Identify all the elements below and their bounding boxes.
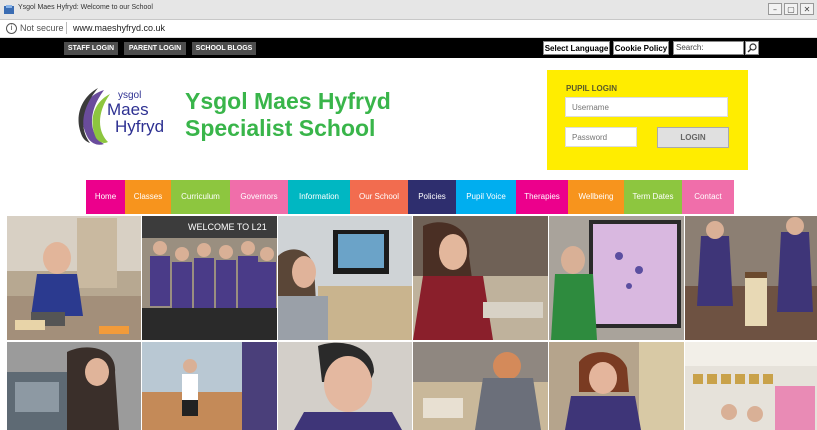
school-logo[interactable]: ysgol Maes Hyfryd xyxy=(74,86,178,148)
search-icon xyxy=(747,43,757,53)
info-icon[interactable]: i xyxy=(6,23,17,34)
nav-wellbeing[interactable]: Wellbeing xyxy=(568,180,624,214)
search-input[interactable]: Search: xyxy=(673,41,744,55)
pupil-login-label: PUPIL LOGIN xyxy=(566,84,617,93)
maximize-button[interactable]: ▢ xyxy=(784,3,798,15)
select-language-button[interactable]: Select Language xyxy=(543,41,610,55)
school-blogs-button[interactable]: SCHOOL BLOGS xyxy=(192,42,256,55)
nav-curriculum[interactable]: Curriculum xyxy=(171,180,230,214)
nav-contact[interactable]: Contact xyxy=(682,180,734,214)
school-name-heading: Ysgol Maes Hyfryd Specialist School xyxy=(185,88,391,142)
photo-boy-at-desk[interactable] xyxy=(413,342,548,430)
address-bar[interactable]: i Not secure www.maeshyfryd.co.uk xyxy=(0,20,817,38)
photo-boy-on-floor[interactable] xyxy=(7,216,141,340)
photo-computer-student[interactable] xyxy=(278,216,412,340)
photo-hall-activity[interactable] xyxy=(142,342,277,430)
minimize-button[interactable]: – xyxy=(768,3,782,15)
photo-student-machine[interactable] xyxy=(7,342,141,430)
cookie-policy-button[interactable]: Cookie Policy xyxy=(613,41,669,55)
username-field[interactable] xyxy=(565,97,728,117)
security-status[interactable]: Not secure xyxy=(20,23,64,33)
staff-login-button[interactable]: STAFF LOGIN xyxy=(64,42,118,55)
search-button[interactable] xyxy=(745,41,759,55)
window-title: Ysgol Maes Hyfryd: Welcome to our School xyxy=(18,4,153,11)
nav-governors[interactable]: Governors xyxy=(230,180,288,214)
photo-girl-crafting[interactable] xyxy=(413,216,548,340)
browser-app-icon xyxy=(4,5,14,14)
url-text[interactable]: www.maeshyfryd.co.uk xyxy=(73,23,165,33)
photo-interactive-board[interactable] xyxy=(549,216,684,340)
main-navigation: Home Classes Curriculum Governors Inform… xyxy=(86,180,734,214)
pupil-login-button[interactable]: LOGIN xyxy=(657,127,729,148)
nav-policies[interactable]: Policies xyxy=(408,180,456,214)
top-utility-bar: STAFF LOGIN PARENT LOGIN SCHOOL BLOGS Se… xyxy=(0,38,817,58)
photo-gallery: WELCOME TO L21 xyxy=(7,216,817,430)
nav-our-school[interactable]: Our School xyxy=(350,180,408,214)
photo-classroom-display[interactable] xyxy=(685,342,817,430)
nav-home[interactable]: Home xyxy=(86,180,125,214)
parent-login-button[interactable]: PARENT LOGIN xyxy=(124,42,186,55)
photo-drumming[interactable] xyxy=(685,216,817,340)
nav-term-dates[interactable]: Term Dates xyxy=(624,180,682,214)
school-name-line1: Ysgol Maes Hyfryd xyxy=(185,88,391,114)
photo-class-group[interactable]: WELCOME TO L21 xyxy=(142,216,277,340)
school-name-line2: Specialist School xyxy=(185,115,376,141)
address-separator xyxy=(66,22,67,34)
pupil-login-panel: PUPIL LOGIN LOGIN xyxy=(547,70,748,170)
password-field[interactable] xyxy=(565,127,637,147)
window-titlebar: Ysgol Maes Hyfryd: Welcome to our School… xyxy=(0,0,817,20)
nav-pupil-voice[interactable]: Pupil Voice xyxy=(456,180,516,214)
photo-boy-smiling[interactable] xyxy=(278,342,412,430)
logo-hyfryd-text: Hyfryd xyxy=(115,117,165,136)
close-button[interactable]: ✕ xyxy=(800,3,814,15)
photo-sign-text: WELCOME TO L21 xyxy=(188,222,267,232)
photo-girl-reading[interactable] xyxy=(549,342,684,430)
nav-information[interactable]: Information xyxy=(288,180,350,214)
nav-classes[interactable]: Classes xyxy=(125,180,171,214)
nav-therapies[interactable]: Therapies xyxy=(516,180,568,214)
